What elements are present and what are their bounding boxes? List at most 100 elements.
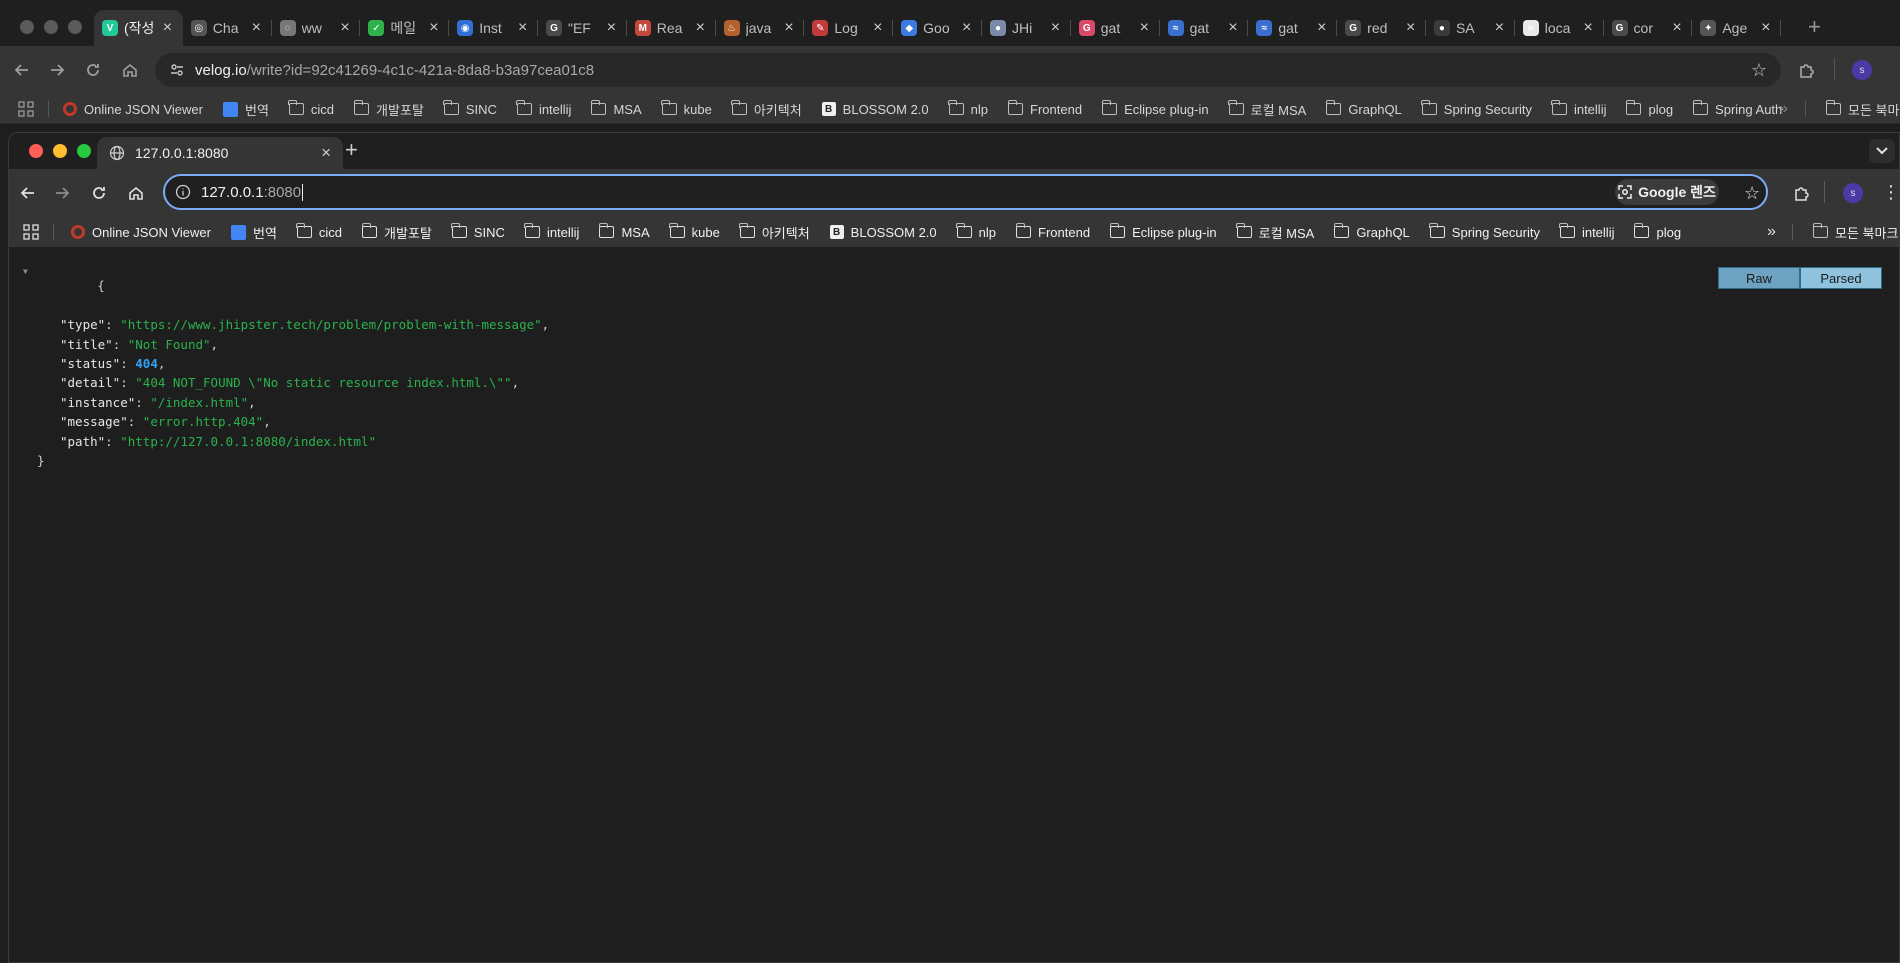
outer-tab[interactable]: ● JHi × bbox=[982, 10, 1071, 46]
minimize-window-button[interactable] bbox=[44, 20, 58, 34]
inner-address-bar[interactable]: 127.0.0.1:8080 bbox=[163, 174, 1768, 210]
outer-bookmarks-overflow[interactable]: » bbox=[1779, 100, 1788, 118]
raw-button[interactable]: Raw bbox=[1718, 267, 1800, 289]
bookmark-item[interactable]: Eclipse plug-in bbox=[1109, 223, 1217, 240]
apps-grid-icon[interactable] bbox=[23, 224, 39, 240]
bookmark-item[interactable]: intellij bbox=[524, 223, 579, 240]
bookmark-star-icon[interactable]: ☆ bbox=[1744, 183, 1760, 204]
bookmark-item[interactable]: B BLOSSOM 2.0 bbox=[821, 102, 929, 117]
close-tab-icon[interactable]: × bbox=[1051, 19, 1063, 37]
parsed-button[interactable]: Parsed bbox=[1800, 267, 1882, 289]
bookmark-item[interactable]: GraphQL bbox=[1333, 223, 1410, 240]
close-tab-icon[interactable]: × bbox=[696, 19, 708, 37]
outer-tab[interactable]: ✦ Age × bbox=[1692, 10, 1781, 46]
outer-address-bar[interactable]: velog.io/write?id=92c41269-4c1c-421a-8da… bbox=[155, 53, 1781, 87]
bookmark-item[interactable]: MSA bbox=[598, 223, 650, 240]
outer-tab[interactable]: Ggat × bbox=[1071, 10, 1160, 46]
bookmark-star-icon[interactable]: ☆ bbox=[1751, 60, 1767, 81]
bookmark-item[interactable]: GraphQL bbox=[1325, 100, 1402, 117]
bookmark-item[interactable]: intellij bbox=[516, 100, 571, 117]
close-tab-icon[interactable]: × bbox=[340, 19, 352, 37]
bookmark-item[interactable]: intellij bbox=[1559, 223, 1614, 240]
bookmark-item[interactable]: Eclipse plug-in bbox=[1101, 100, 1209, 117]
home-icon[interactable] bbox=[125, 182, 147, 204]
close-window-button[interactable] bbox=[29, 144, 43, 158]
close-tab-icon[interactable]: × bbox=[1761, 19, 1773, 37]
close-tab-icon[interactable]: × bbox=[252, 19, 264, 37]
close-tab-icon[interactable]: × bbox=[1406, 19, 1418, 37]
back-arrow-icon[interactable] bbox=[17, 182, 39, 204]
inner-all-bookmarks[interactable]: 모든 북마크 bbox=[1812, 217, 1898, 247]
close-tab-icon[interactable]: × bbox=[784, 19, 796, 37]
inner-profile-avatar[interactable]: s bbox=[1843, 183, 1863, 203]
outer-tab[interactable]: G "EF × bbox=[538, 10, 627, 46]
bookmark-item[interactable]: nlp bbox=[956, 223, 996, 240]
close-tab-icon[interactable]: × bbox=[1140, 19, 1152, 37]
bookmark-item[interactable]: nlp bbox=[948, 100, 988, 117]
bookmark-item[interactable]: Spring Auth bbox=[1692, 100, 1782, 117]
bookmark-item[interactable]: cicd bbox=[288, 100, 334, 117]
outer-tab[interactable]: ● SA × bbox=[1426, 10, 1515, 46]
site-settings-icon[interactable] bbox=[169, 62, 185, 78]
bookmark-item[interactable]: 개발포탈 bbox=[361, 223, 432, 242]
bookmark-item[interactable]: plog bbox=[1633, 223, 1681, 240]
bookmark-item[interactable]: 아키텍처 bbox=[739, 223, 810, 242]
outer-tab[interactable]: ◉ Inst × bbox=[449, 10, 538, 46]
bookmark-item[interactable]: B BLOSSOM 2.0 bbox=[829, 225, 937, 240]
bookmark-item[interactable]: 번역 bbox=[230, 223, 277, 242]
close-tab-icon[interactable]: × bbox=[962, 19, 974, 37]
minimize-window-button[interactable] bbox=[53, 144, 67, 158]
close-tab-icon[interactable]: × bbox=[429, 19, 441, 37]
close-window-button[interactable] bbox=[20, 20, 34, 34]
bookmark-item[interactable]: Online JSON Viewer bbox=[63, 102, 203, 117]
close-tab-icon[interactable]: × bbox=[1228, 19, 1240, 37]
close-tab-icon[interactable]: × bbox=[1672, 19, 1684, 37]
collapse-toggle-icon[interactable]: ▼ bbox=[23, 262, 28, 281]
bookmark-item[interactable]: Frontend bbox=[1007, 100, 1082, 117]
outer-tab[interactable]: Gcor × bbox=[1604, 10, 1693, 46]
outer-tab[interactable]: M Rea × bbox=[627, 10, 716, 46]
bookmark-item[interactable]: Spring Security bbox=[1421, 100, 1532, 117]
outer-tab[interactable]: ≈ gat × bbox=[1160, 10, 1249, 46]
bookmark-item[interactable]: Frontend bbox=[1015, 223, 1090, 240]
bookmark-item[interactable]: 번역 bbox=[222, 100, 269, 119]
zoom-window-button[interactable] bbox=[68, 20, 82, 34]
bookmark-item[interactable]: cicd bbox=[296, 223, 342, 240]
bookmark-item[interactable]: 로컬 MSA bbox=[1236, 223, 1314, 242]
google-lens-button[interactable]: Google 렌즈 bbox=[1615, 179, 1719, 205]
extensions-puzzle-icon[interactable] bbox=[1792, 183, 1812, 203]
close-tab-icon[interactable]: × bbox=[1317, 19, 1329, 37]
bookmark-item[interactable]: 아키텍처 bbox=[731, 100, 802, 119]
close-tab-icon[interactable]: × bbox=[607, 19, 619, 37]
outer-tab[interactable]: ◌ ww × bbox=[272, 10, 361, 46]
outer-tab[interactable]: V (작성 × bbox=[94, 10, 183, 46]
bookmark-item[interactable]: 로컬 MSA bbox=[1228, 100, 1306, 119]
outer-profile-avatar[interactable]: s bbox=[1852, 60, 1872, 80]
close-tab-icon[interactable]: × bbox=[163, 19, 175, 37]
tab-search-chevron-icon[interactable] bbox=[1869, 139, 1895, 163]
outer-tab[interactable]: ≈ gat × bbox=[1248, 10, 1337, 46]
bookmark-item[interactable]: SINC bbox=[443, 100, 497, 117]
apps-grid-icon[interactable] bbox=[18, 101, 34, 117]
outer-tab[interactable]: ♨ java × bbox=[716, 10, 805, 46]
info-icon[interactable] bbox=[175, 184, 191, 200]
forward-arrow-icon[interactable] bbox=[46, 59, 68, 81]
outer-tab[interactable]: ✎ Log × bbox=[804, 10, 893, 46]
bookmark-item[interactable]: kube bbox=[661, 100, 712, 117]
inner-bookmarks-overflow[interactable]: » bbox=[1767, 223, 1776, 241]
bookmark-item[interactable]: kube bbox=[669, 223, 720, 240]
back-arrow-icon[interactable] bbox=[11, 59, 33, 81]
kebab-menu-icon[interactable]: ⋮ bbox=[1882, 183, 1899, 201]
inner-new-tab-button[interactable]: + bbox=[345, 137, 358, 163]
bookmark-item[interactable]: Spring Security bbox=[1429, 223, 1540, 240]
outer-all-bookmarks[interactable]: 모든 북마크 bbox=[1825, 94, 1900, 124]
reload-icon[interactable] bbox=[88, 182, 110, 204]
extensions-puzzle-icon[interactable] bbox=[1797, 60, 1817, 80]
bookmark-item[interactable]: SINC bbox=[451, 223, 505, 240]
bookmark-item[interactable]: Online JSON Viewer bbox=[71, 225, 211, 240]
close-tab-icon[interactable]: × bbox=[1495, 19, 1507, 37]
forward-arrow-icon[interactable] bbox=[51, 182, 73, 204]
close-tab-icon[interactable]: × bbox=[873, 19, 885, 37]
close-tab-icon[interactable]: × bbox=[1584, 19, 1596, 37]
outer-tab[interactable]: ✓ 메일 × bbox=[360, 10, 449, 46]
